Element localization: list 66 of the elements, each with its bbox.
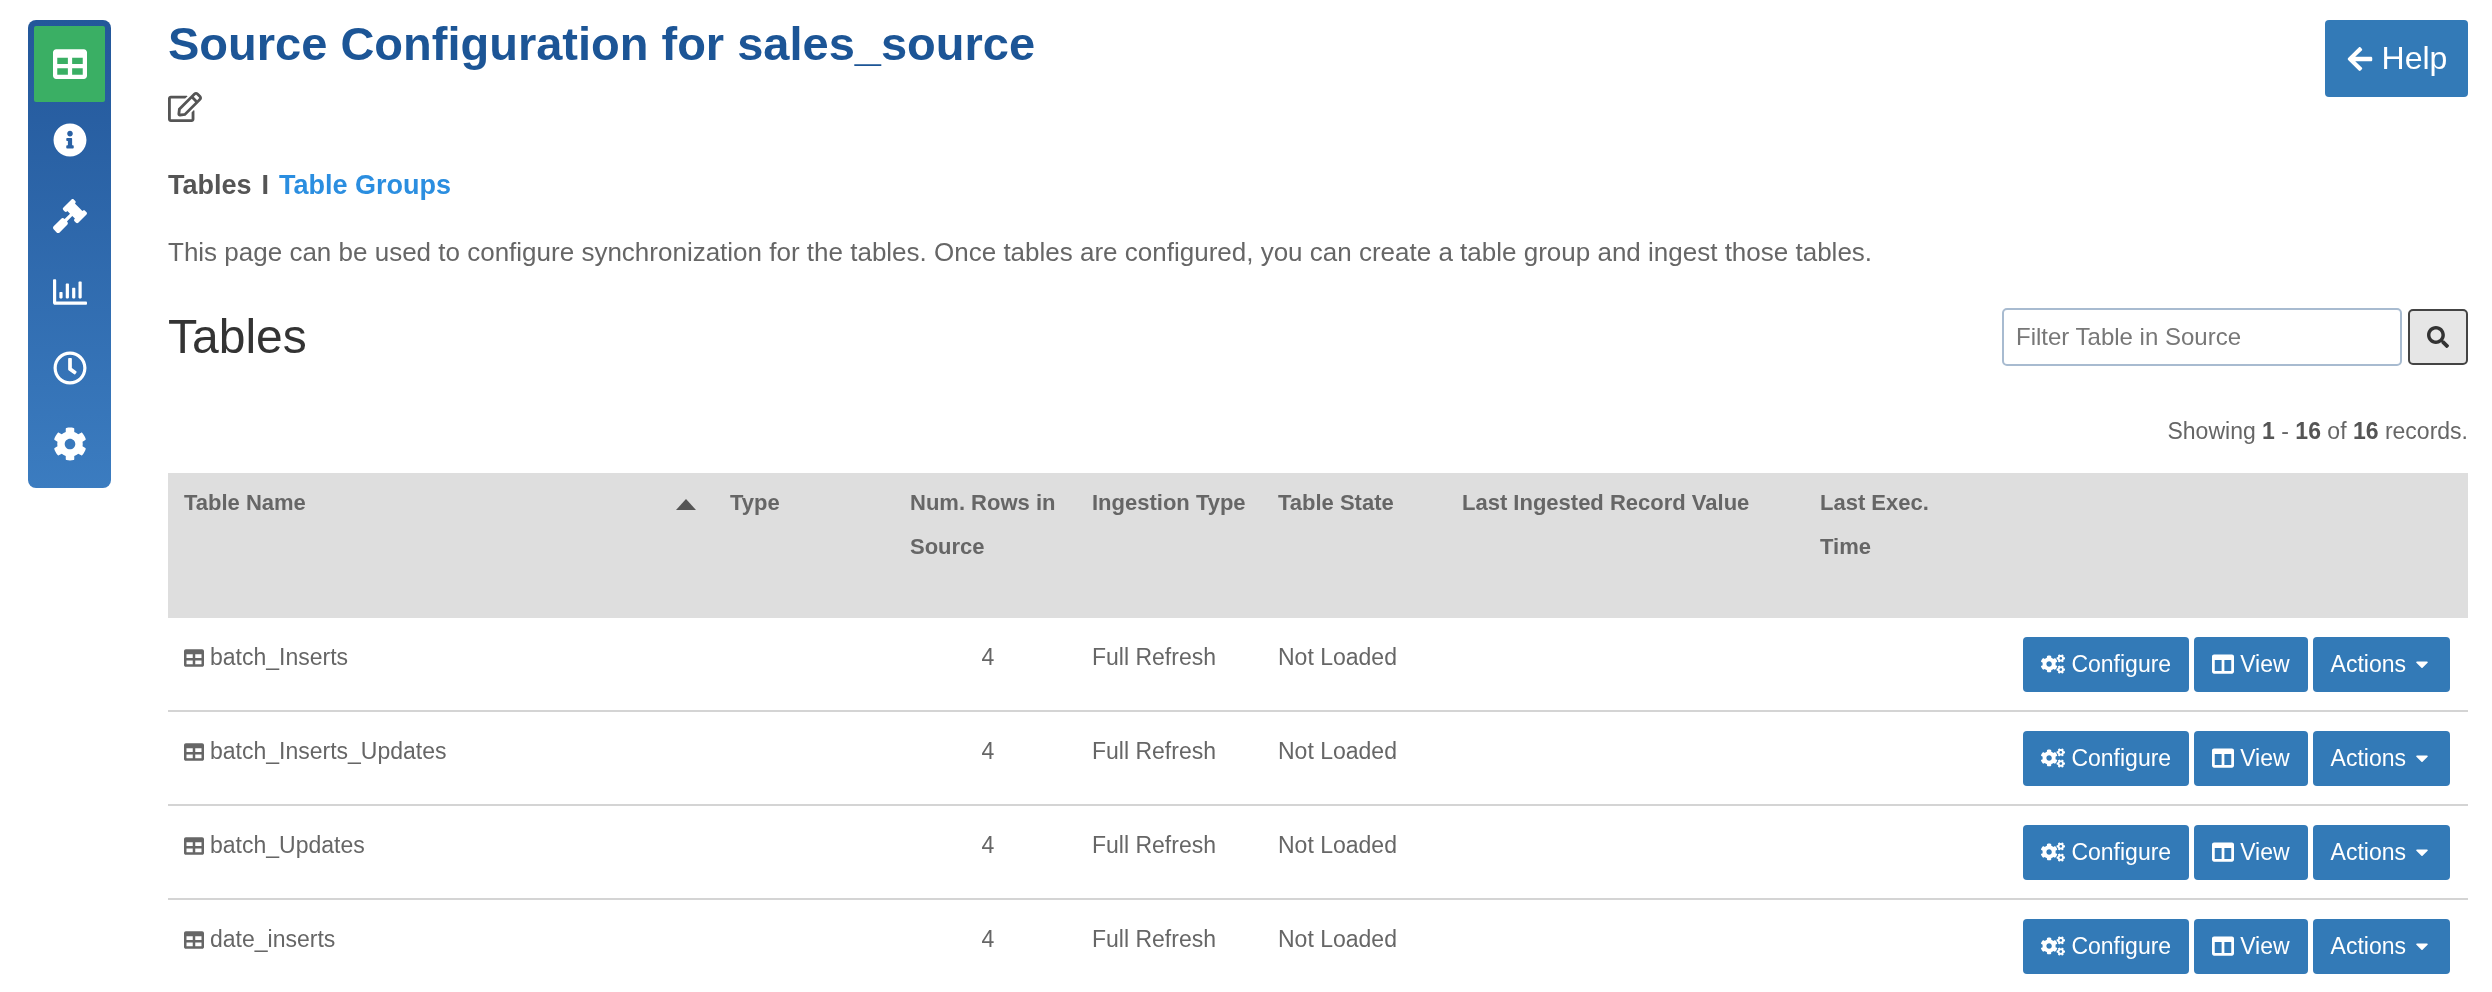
table-name-cell: batch_Inserts_Updates xyxy=(210,737,447,765)
view-button[interactable]: View xyxy=(2194,636,2308,692)
row-count-cell: 4 xyxy=(981,925,995,953)
columns-icon xyxy=(2212,841,2235,864)
table-icon xyxy=(184,647,204,668)
column-header[interactable]: Num. Rows in Source xyxy=(894,472,1076,618)
search-button[interactable] xyxy=(2408,308,2468,365)
actions-dropdown-button[interactable]: Actions xyxy=(2312,730,2450,786)
description-text: This page can be used to configure synchronization for the tables. Once tables are configured, you can create a table group and ingest those tables. xyxy=(168,236,1874,268)
ingestion-type-cell: Full Refresh xyxy=(1092,925,1216,953)
column-header[interactable]: Table State xyxy=(1262,472,1446,618)
table-icon xyxy=(184,929,204,950)
section-title: Tables xyxy=(168,309,307,365)
row-count-cell: 4 xyxy=(981,831,995,859)
table-state-cell: Not Loaded xyxy=(1278,925,1397,953)
column-header[interactable]: Table Name xyxy=(168,472,714,618)
gears-icon xyxy=(2041,652,2066,677)
column-header[interactable]: Type xyxy=(714,472,894,618)
column-header[interactable]: Ingestion Type xyxy=(1076,472,1262,618)
actions-dropdown-button[interactable]: Actions xyxy=(2312,636,2450,692)
table-state-cell: Not Loaded xyxy=(1278,831,1397,859)
columns-icon xyxy=(2212,935,2235,958)
columns-icon xyxy=(2212,653,2235,676)
table-name-cell: date_inserts xyxy=(210,925,336,953)
clock-icon xyxy=(52,351,87,385)
sidebar-item[interactable] xyxy=(34,26,105,102)
ingestion-type-cell: Full Refresh xyxy=(1092,643,1216,671)
ingestion-type-cell: Full Refresh xyxy=(1092,737,1216,765)
help-button[interactable]: Help xyxy=(2325,20,2468,97)
table-icon xyxy=(184,741,204,762)
table-state-cell: Not Loaded xyxy=(1278,737,1397,765)
records-summary: Showing 1 - 16 of 16 records. xyxy=(2167,417,2468,445)
gears-icon xyxy=(2041,746,2066,771)
gears-icon xyxy=(2041,934,2066,959)
table-icon xyxy=(52,47,87,81)
settings-icon xyxy=(52,427,87,461)
view-button[interactable]: View xyxy=(2194,824,2308,880)
hammer-icon xyxy=(52,199,87,233)
configure-button[interactable]: Configure xyxy=(2023,636,2190,692)
row-count-cell: 4 xyxy=(981,737,995,765)
column-header[interactable]: Last Ingested Record Value xyxy=(1446,472,1804,618)
view-button[interactable]: View xyxy=(2194,730,2308,786)
gears-icon xyxy=(2041,840,2066,865)
actions-dropdown-button[interactable]: Actions xyxy=(2312,824,2450,880)
configure-button[interactable]: Configure xyxy=(2023,730,2190,786)
table-icon xyxy=(184,835,204,856)
filter-field[interactable]: Filter Table in Source xyxy=(2002,307,2402,366)
actions-dropdown-button[interactable]: Actions xyxy=(2312,918,2450,974)
table-name-cell: batch_Inserts xyxy=(210,643,349,671)
table-name-cell: batch_Updates xyxy=(210,831,365,859)
ingestion-type-cell: Full Refresh xyxy=(1092,831,1216,859)
page-title: Source Configuration for sales_source xyxy=(168,18,1036,70)
configure-button[interactable]: Configure xyxy=(2023,824,2190,880)
subnav-link[interactable]: Table Groups xyxy=(279,169,452,201)
column-header[interactable]: Last Exec. Time xyxy=(1804,472,1990,618)
arrow-left-icon xyxy=(2345,44,2374,73)
row-count-cell: 4 xyxy=(981,643,995,671)
table-state-cell: Not Loaded xyxy=(1278,643,1397,671)
edit-icon[interactable] xyxy=(168,89,202,124)
separator: I xyxy=(261,169,270,201)
configure-button[interactable]: Configure xyxy=(2023,918,2190,974)
info-icon xyxy=(52,123,87,157)
columns-icon xyxy=(2212,747,2235,770)
subnav-link[interactable]: Tables xyxy=(168,169,252,201)
search-icon xyxy=(2427,325,2449,348)
view-button[interactable]: View xyxy=(2194,918,2308,974)
